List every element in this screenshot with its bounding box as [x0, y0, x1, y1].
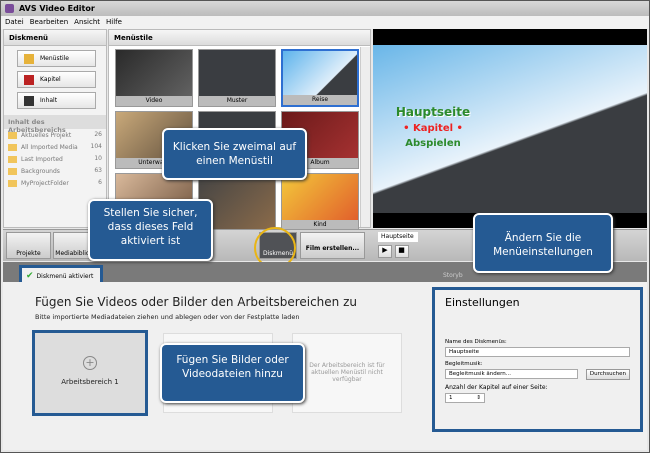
menu-datei[interactable]: Datei: [5, 18, 24, 27]
callout-add-media: Fügen Sie Bilder oder Videodateien hinzu: [160, 343, 305, 403]
window-title: AVS Video Editor: [19, 4, 95, 13]
plus-icon: [24, 95, 34, 106]
folder-name: Backgrounds: [21, 167, 60, 175]
player-tab[interactable]: Hauptseite: [378, 232, 418, 242]
area-highlight: [32, 330, 148, 416]
folder-item[interactable]: Last Imported 10: [4, 153, 106, 165]
callout-checkbox: Stellen Sie sicher, dass dieses Feld akt…: [88, 199, 213, 261]
preview-chapters[interactable]: • Kapitel •: [373, 123, 493, 134]
panel-header: Diskmenü: [4, 30, 106, 46]
folder-item[interactable]: MyProjectFolder 6: [4, 177, 106, 189]
disc-menu-panel: Diskmenü Menüstile Kapitel Inhalt Inhalt…: [3, 29, 107, 228]
folder-icon: [8, 131, 17, 139]
button-label: Inhalt: [40, 97, 58, 104]
play-button[interactable]: ▶: [378, 245, 392, 258]
settings-title: Einstellungen: [445, 296, 520, 309]
menu-bar: Datei Bearbeiten Ansicht Hilfe: [1, 16, 649, 29]
music-label: Begleitmusik:: [445, 361, 483, 367]
chapters-count-label: Anzahl der Kapitel auf einer Seite:: [445, 384, 548, 391]
preview-panel: Hauptseite • Kapitel • Abspielen: [373, 29, 647, 228]
stop-button[interactable]: ■: [394, 245, 409, 258]
style-tile-muster[interactable]: Muster: [198, 49, 276, 107]
tile-label: Muster: [199, 96, 275, 106]
folder-icon: [8, 143, 17, 151]
folder-count: 26: [94, 131, 102, 138]
callout-style: Klicken Sie zweimal auf einen Menüstil: [162, 128, 307, 180]
style-tile-video[interactable]: Video: [115, 49, 193, 107]
folder-count: 104: [90, 143, 102, 150]
button-label: Kapitel: [40, 76, 61, 83]
chapters-button[interactable]: Kapitel: [17, 71, 96, 88]
work-title: Fügen Sie Videos oder Bilder den Arbeits…: [35, 295, 357, 309]
projects-button[interactable]: Projekte: [6, 232, 51, 259]
scrollbar[interactable]: [360, 47, 370, 227]
folder-icon: [8, 179, 17, 187]
menu-ansicht[interactable]: Ansicht: [74, 18, 100, 27]
folder-item[interactable]: Aktuelles Projekt 26: [4, 129, 106, 141]
folder-name: All Imported Media: [21, 143, 78, 151]
panel-header: Menüstile: [109, 30, 370, 46]
section-header: Inhalt des Arbeitsbereichs: [4, 115, 106, 134]
work-area-3: Der Arbeitsbereich ist für aktuellen Men…: [292, 333, 402, 413]
style-tile-reise[interactable]: Reise: [281, 49, 359, 107]
preview-image: Hauptseite • Kapitel • Abspielen: [373, 45, 647, 213]
unavailable-text: Der Arbeitsbereich ist für aktuellen Men…: [309, 362, 385, 383]
folder-item[interactable]: Backgrounds 63: [4, 165, 106, 177]
name-label: Name des Diskmenüs:: [445, 339, 507, 345]
chapters-count-stepper[interactable]: 1 ⇕: [445, 393, 485, 403]
menu-hilfe[interactable]: Hilfe: [106, 18, 122, 27]
settings-panel: Einstellungen Name des Diskmenüs: Haupts…: [432, 287, 643, 432]
storyboard-tab[interactable]: Storyb: [443, 272, 463, 279]
folder-icon: [8, 155, 17, 163]
callout-settings: Ändern Sie die Menüeinstellungen: [473, 213, 613, 273]
browse-button[interactable]: Durchsuchen: [585, 369, 630, 380]
folder-icon: [8, 167, 17, 175]
folder-count: 63: [94, 167, 102, 174]
folder-count: 6: [98, 179, 102, 186]
tile-label: Video: [116, 96, 192, 106]
app-icon: [5, 4, 14, 13]
style-tile-kind[interactable]: Kind: [281, 173, 359, 231]
stepper-value: 1: [449, 395, 453, 401]
menu-styles-button[interactable]: Menüstile: [17, 50, 96, 67]
button-label: Menüstile: [40, 55, 69, 62]
spinner-icon[interactable]: ⇕: [476, 395, 481, 401]
folder-name: Aktuelles Projekt: [21, 131, 72, 139]
content-button[interactable]: Inhalt: [17, 92, 96, 109]
styles-icon: [24, 53, 34, 64]
folder-count: 10: [94, 155, 102, 162]
work-subtitle: Bitte importierte Mediadateien ziehen un…: [35, 313, 300, 321]
tile-label: Reise: [283, 95, 357, 105]
title-bar: AVS Video Editor: [1, 1, 649, 16]
chapters-icon: [24, 74, 34, 85]
preview-play[interactable]: Abspielen: [373, 138, 493, 149]
menu-bearbeiten[interactable]: Bearbeiten: [30, 18, 68, 27]
folder-name: Last Imported: [21, 155, 63, 163]
folder-name: MyProjectFolder: [21, 179, 69, 187]
music-input[interactable]: Begleitmusik ändern...: [445, 369, 578, 379]
preview-title[interactable]: Hauptseite: [373, 105, 493, 119]
create-movie-button[interactable]: Film erstellen...: [300, 232, 365, 259]
menu-name-input[interactable]: Hauptseite: [445, 347, 630, 357]
folder-item[interactable]: All Imported Media 104: [4, 141, 106, 153]
